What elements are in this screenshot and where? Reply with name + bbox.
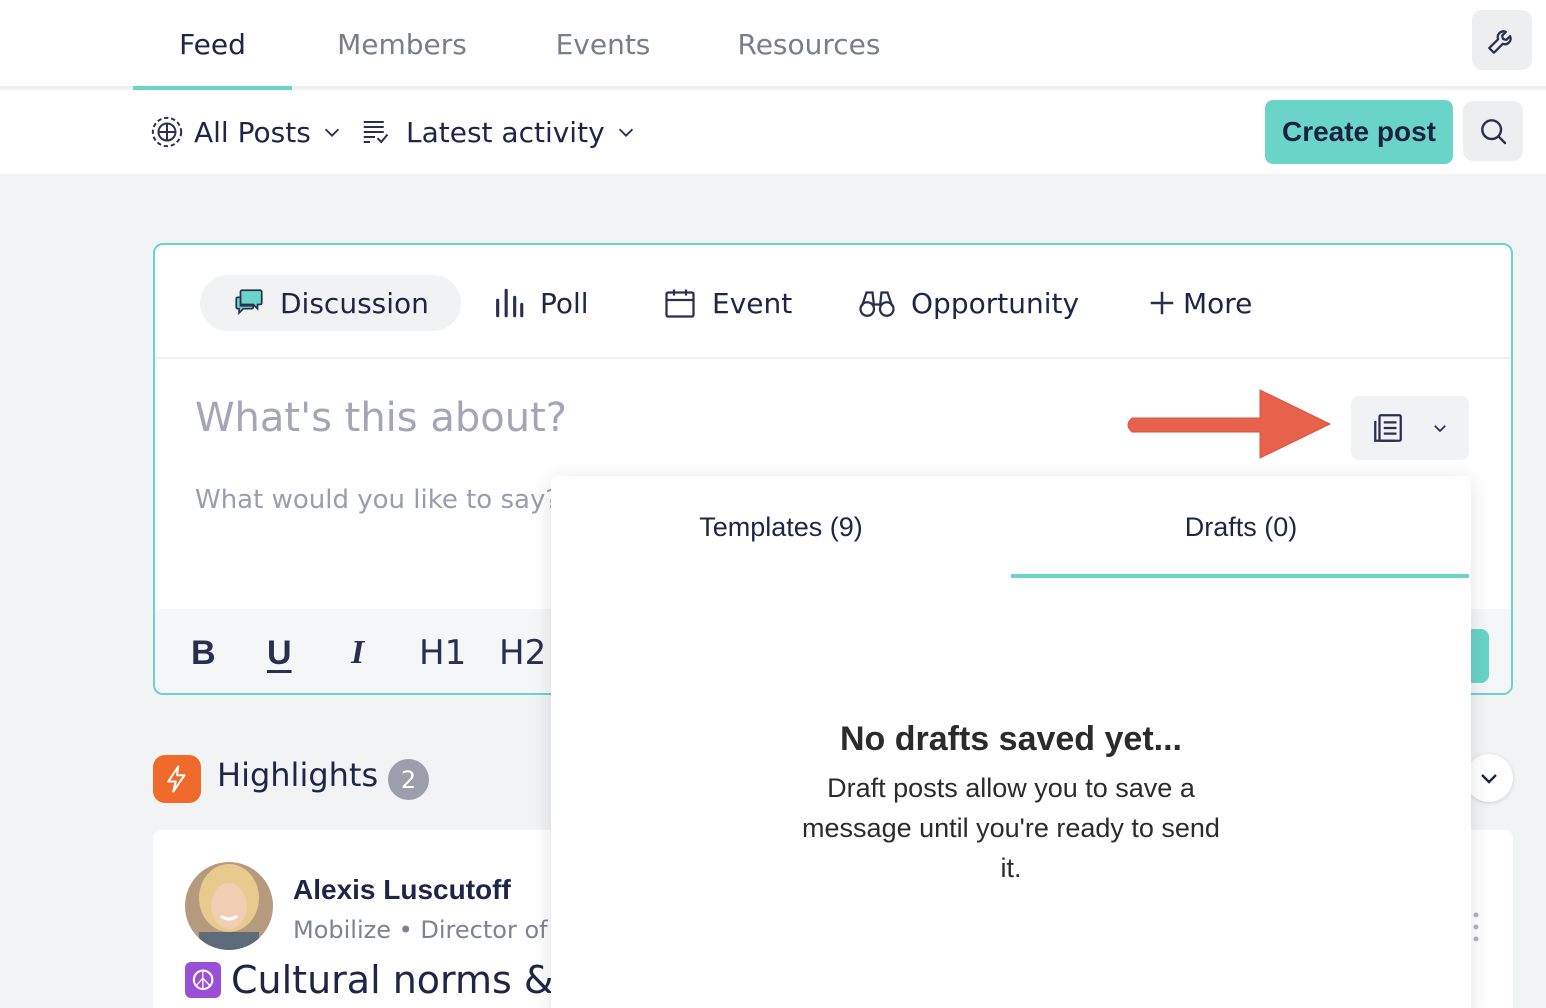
calendar-icon xyxy=(665,289,695,318)
arrow-icon xyxy=(1127,389,1332,459)
tab-resources[interactable]: Resources xyxy=(722,0,896,88)
avatar[interactable] xyxy=(185,862,273,950)
tab-feed[interactable]: Feed xyxy=(133,0,292,90)
peace-icon: ☮ xyxy=(185,962,221,998)
highlights-toggle[interactable] xyxy=(1465,754,1513,802)
post-type-label: Discussion xyxy=(280,286,429,320)
chat-bubbles-icon xyxy=(235,289,263,315)
tab-events[interactable]: Events xyxy=(540,0,666,88)
poll-bars-icon xyxy=(496,288,524,318)
chevron-down-icon xyxy=(618,128,633,137)
post-title-text: Cultural norms & g xyxy=(231,958,590,1002)
post-type-bar: Discussion Poll Event Opportunity More xyxy=(155,245,1511,359)
empty-state-description: Draft posts allow you to save a message … xyxy=(802,773,1220,883)
sort-filter[interactable]: Latest activity xyxy=(360,90,637,174)
empty-state-title: No drafts saved yet... xyxy=(839,720,1182,758)
post-title-input[interactable]: What's this about? xyxy=(195,395,567,441)
underline-button[interactable]: U xyxy=(267,609,292,693)
post-type-label: Event xyxy=(712,286,793,320)
top-nav: Feed Members Events Resources xyxy=(0,0,1546,90)
highlights-icon xyxy=(153,755,201,803)
scope-filter[interactable]: All Posts xyxy=(150,90,343,174)
heading2-button[interactable]: H2 xyxy=(499,609,546,693)
search-button[interactable] xyxy=(1463,101,1523,161)
post-type-event[interactable]: Event xyxy=(630,275,824,331)
tab-templates[interactable]: Templates (9) xyxy=(551,476,1011,578)
wrench-icon xyxy=(1488,30,1512,54)
document-list-icon xyxy=(1374,414,1402,442)
post-type-poll[interactable]: Poll xyxy=(460,275,621,331)
post-type-label: Opportunity xyxy=(911,286,1080,320)
highlights-count: 2 xyxy=(388,759,429,800)
plus-icon xyxy=(1150,291,1174,315)
filter-bar: All Posts Latest activity Create post xyxy=(0,90,1546,174)
chevron-down-icon xyxy=(1481,774,1497,784)
lightning-icon xyxy=(167,765,186,793)
post-type-label: More xyxy=(1183,286,1253,320)
scope-filter-label: All Posts xyxy=(194,115,311,149)
more-options-icon[interactable] xyxy=(1471,910,1481,944)
tab-drafts[interactable]: Drafts (0) xyxy=(1011,476,1471,578)
chevron-down-icon xyxy=(324,128,339,137)
admin-tools-button[interactable] xyxy=(1472,10,1532,70)
search-icon xyxy=(1481,119,1507,145)
chevron-down-icon xyxy=(1434,425,1446,433)
sort-list-icon xyxy=(363,121,389,144)
post-author-name[interactable]: Alexis Luscutoff xyxy=(293,874,511,906)
heading1-button[interactable]: H1 xyxy=(419,609,466,693)
templates-drafts-button[interactable] xyxy=(1351,396,1469,460)
binoculars-icon xyxy=(859,291,895,317)
post-type-label: Poll xyxy=(540,286,589,320)
sort-filter-label: Latest activity xyxy=(406,115,605,149)
post-type-discussion[interactable]: Discussion xyxy=(200,275,461,331)
post-author-meta: Mobilize • Director of C xyxy=(293,916,572,944)
bold-button[interactable]: B xyxy=(191,609,216,693)
globe-icon xyxy=(151,116,183,148)
templates-drafts-dropdown: Templates (9) Drafts (0) No drafts saved… xyxy=(551,476,1471,1008)
create-post-button[interactable]: Create post xyxy=(1265,100,1453,164)
tab-members[interactable]: Members xyxy=(320,0,484,88)
post-title[interactable]: ☮ Cultural norms & g xyxy=(185,958,590,1002)
post-type-opportunity[interactable]: Opportunity xyxy=(825,275,1111,331)
highlights-title: Highlights xyxy=(217,756,379,794)
post-type-more[interactable]: More xyxy=(1115,275,1284,331)
post-body-input[interactable]: What would you like to say? xyxy=(195,485,559,515)
italic-button[interactable]: I xyxy=(351,609,364,693)
